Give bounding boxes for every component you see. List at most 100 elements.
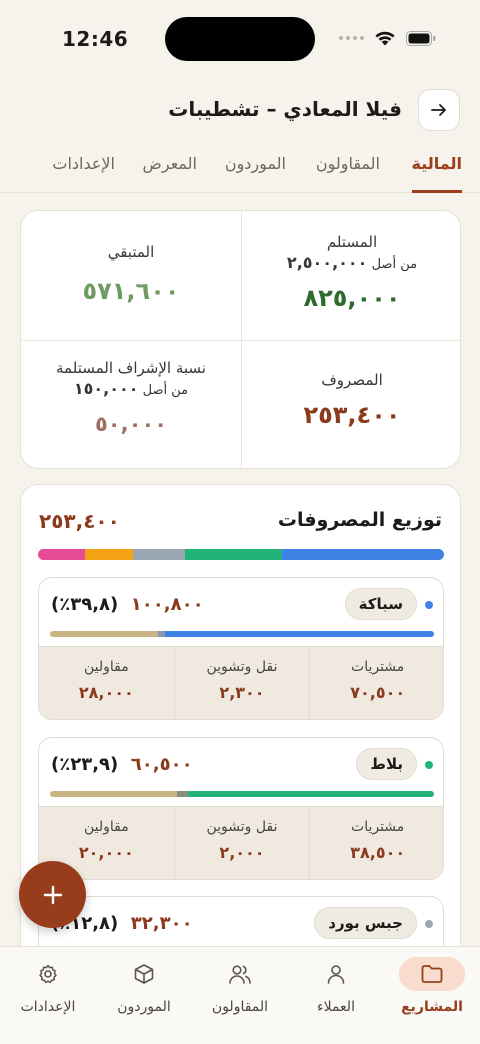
breakdown-segment xyxy=(157,631,166,637)
breakdown-transport: نقل وتشوين ٢,٠٠٠ xyxy=(173,807,310,879)
tab-bar: المالية المقاولون الموردون المعرض الإعدا… xyxy=(0,146,480,193)
category-dot xyxy=(425,761,433,769)
received-cell: المستلم من أصل ٢,٥٠٠,٠٠٠ ٨٢٥,٠٠٠ xyxy=(242,233,460,362)
folder-icon xyxy=(421,965,443,983)
spent-cell: المصروف ٢٥٣,٤٠٠ xyxy=(242,371,460,468)
item-percent: (٢٣,٩٪) xyxy=(51,754,119,775)
nav-label: المشاريع xyxy=(401,999,463,1015)
bottom-nav: المشاريع العملاء المقاولون الموردون الإع… xyxy=(0,946,480,1044)
item-amount-value: ١٠٠,٨٠٠ xyxy=(130,594,204,615)
item-percent: (٣٩,٨٪) xyxy=(51,594,119,615)
breakdown-purchases: مشتريات ٧٠,٥٠٠ xyxy=(309,647,443,719)
gear-icon xyxy=(39,964,57,984)
received-of: من أصل ٢,٥٠٠,٠٠٠ xyxy=(242,253,460,272)
breakdown-transport: نقل وتشوين ٢,٣٠٠ xyxy=(173,647,310,719)
nav-label: العملاء xyxy=(317,999,355,1015)
category-tag: بلاط xyxy=(356,748,417,780)
item-breakdown-bar xyxy=(50,791,434,797)
breakdown-value: ٢٨,٠٠٠ xyxy=(78,683,134,702)
nav-clients[interactable]: العملاء xyxy=(288,957,384,1015)
category-tag: جبس بورد xyxy=(314,907,417,939)
tab-finance[interactable]: المالية xyxy=(411,146,462,193)
item-breakdown: مشتريات ٧٠,٥٠٠ نقل وتشوين ٢,٣٠٠ مقاولين ٢٨,… xyxy=(39,646,443,719)
breakdown-segment xyxy=(50,631,158,637)
arrow-right-icon xyxy=(431,104,446,116)
remaining-cell: المتبقي ٥٧١,٦٠٠ xyxy=(21,243,241,372)
box-icon xyxy=(134,964,154,984)
nav-icon-wrap xyxy=(111,957,177,991)
supervision-label: نسبة الإشراف المستلمة xyxy=(56,359,206,377)
received-value: ٨٢٥,٠٠٠ xyxy=(303,284,401,312)
add-button[interactable] xyxy=(19,861,86,928)
distribution-title: توزيع المصروفات xyxy=(277,509,442,531)
breakdown-value: ٢,٠٠٠ xyxy=(219,843,265,862)
received-label: المستلم xyxy=(326,233,378,251)
item-breakdown-bar xyxy=(50,631,434,637)
nav-label: الإعدادات xyxy=(20,999,76,1015)
breakdown-segment xyxy=(188,791,434,797)
nav-settings[interactable]: الإعدادات xyxy=(0,957,96,1015)
nav-label: الموردون xyxy=(117,999,171,1015)
breakdown-label: نقل وتشوين xyxy=(206,819,278,835)
distribution-segment xyxy=(84,549,134,560)
users-icon xyxy=(229,965,251,984)
tab-suppliers[interactable]: الموردون xyxy=(225,146,286,193)
expense-distribution-card: توزيع المصروفات ٢٥٣,٤٠٠ سباكة ١٠٠,٨٠٠ (٣… xyxy=(20,484,461,1004)
breakdown-segment xyxy=(50,791,177,797)
breakdown-segment xyxy=(176,791,189,797)
finance-summary-card: المستلم من أصل ٢,٥٠٠,٠٠٠ ٨٢٥,٠٠٠ المتبقي… xyxy=(20,210,461,469)
distribution-segment xyxy=(185,549,283,560)
nav-icon-wrap xyxy=(303,957,369,991)
status-icons xyxy=(339,30,436,46)
breakdown-label: مقاولين xyxy=(83,819,129,835)
back-button[interactable] xyxy=(418,89,460,131)
breakdown-purchases: مشتريات ٣٨,٥٠٠ xyxy=(309,807,443,879)
category-dot xyxy=(425,920,433,928)
wifi-icon xyxy=(374,30,396,46)
spent-label: المصروف xyxy=(321,371,383,389)
tab-settings[interactable]: الإعدادات xyxy=(52,146,115,193)
project-header: فيلا المعادي – تشطيبات xyxy=(0,88,480,132)
supervision-of: من أصل ١٥٠,٠٠٠ xyxy=(21,379,241,398)
nav-icon-wrap xyxy=(399,957,465,991)
user-icon xyxy=(327,965,345,984)
remaining-label: المتبقي xyxy=(107,243,155,261)
signal-icon xyxy=(339,36,364,40)
nav-icon-wrap xyxy=(207,957,273,991)
item-amount-value: ٦٠,٥٠٠ xyxy=(130,754,193,775)
category-tag: سباكة xyxy=(344,588,417,620)
battery-icon xyxy=(406,30,436,46)
breakdown-label: مقاولين xyxy=(83,659,129,675)
breakdown-value: ٢,٣٠٠ xyxy=(219,683,265,702)
nav-icon-wrap xyxy=(15,957,81,991)
page-title: فيلا المعادي – تشطيبات xyxy=(168,97,402,121)
breakdown-label: نقل وتشوين xyxy=(206,659,278,675)
nav-projects[interactable]: المشاريع xyxy=(384,957,480,1015)
supervision-value: ٥٠,٠٠٠ xyxy=(94,412,168,436)
expense-item-plumbing[interactable]: سباكة ١٠٠,٨٠٠ (٣٩,٨٪) مشتريات ٧٠,٥٠٠ نقل … xyxy=(38,577,444,720)
nav-contractors[interactable]: المقاولون xyxy=(192,957,288,1015)
spent-value: ٢٥٣,٤٠٠ xyxy=(303,401,401,429)
plus-icon xyxy=(43,885,62,904)
distribution-segment xyxy=(133,549,186,560)
dynamic-island xyxy=(165,17,315,61)
item-breakdown: مشتريات ٣٨,٥٠٠ نقل وتشوين ٢,٠٠٠ مقاولين ٢٠,… xyxy=(39,806,443,879)
status-time: 12:46 xyxy=(62,27,129,51)
item-amount: ١٠٠,٨٠٠ (٣٩,٨٪) xyxy=(51,594,204,615)
breakdown-contractors: مقاولين ٢٨,٠٠٠ xyxy=(39,647,174,719)
distribution-segment xyxy=(38,549,85,560)
supervision-of-value: ١٥٠,٠٠٠ xyxy=(73,379,139,398)
expense-item-tiles[interactable]: بلاط ٦٠,٥٠٠ (٢٣,٩٪) مشتريات ٣٨,٥٠٠ نقل وت… xyxy=(38,737,444,880)
status-bar: 12:46 xyxy=(0,0,480,80)
breakdown-value: ٢٠,٠٠٠ xyxy=(78,843,134,862)
supervision-of-prefix: من أصل xyxy=(142,383,189,398)
tab-contractors[interactable]: المقاولون xyxy=(316,146,380,193)
nav-suppliers[interactable]: الموردون xyxy=(96,957,192,1015)
breakdown-label: مشتريات xyxy=(351,819,405,835)
received-of-value: ٢,٥٠٠,٠٠٠ xyxy=(286,253,368,272)
tab-gallery[interactable]: المعرض xyxy=(143,146,197,193)
nav-label: المقاولون xyxy=(211,999,269,1015)
breakdown-value: ٧٠,٥٠٠ xyxy=(350,683,406,702)
breakdown-segment xyxy=(165,631,434,637)
item-amount: ٦٠,٥٠٠ (٢٣,٩٪) xyxy=(51,754,193,775)
